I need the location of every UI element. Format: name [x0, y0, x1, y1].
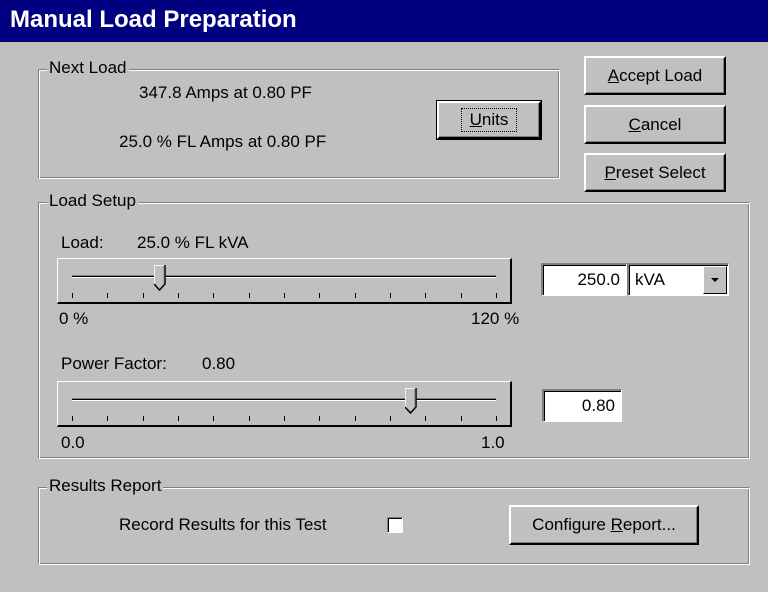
slider-tick [142, 293, 144, 298]
next-load-group: Next Load 347.8 Amps at 0.80 PF 25.0 % F… [38, 58, 560, 179]
load-value-field-text: 250.0 [577, 270, 620, 289]
slider-tick [354, 293, 356, 298]
units-button[interactable]: Units [436, 100, 542, 140]
slider-tick [178, 416, 179, 421]
load-setup-legend: Load Setup [47, 191, 138, 211]
power-factor-value-text: 0.80 [202, 354, 236, 373]
accept-load-button[interactable]: Accept Load [584, 56, 726, 95]
slider-tick [248, 416, 250, 421]
load-value-field[interactable]: 250.0 [541, 263, 627, 296]
dropdown-button[interactable] [703, 266, 727, 294]
slider-tick [72, 293, 73, 298]
slider-tick [284, 416, 285, 421]
record-results-checkbox[interactable] [387, 517, 403, 533]
units-button-label: Units [460, 108, 518, 132]
load-value-text: 25.0 % FL kVA [137, 233, 249, 252]
slider-tick [496, 293, 497, 298]
slider-tick [213, 416, 215, 421]
accept-load-label: Accept Load [607, 65, 703, 85]
next-load-fl-amps: 25.0 % FL Amps at 0.80 PF [119, 132, 327, 151]
slider-tick [213, 293, 215, 298]
slider-tick [460, 416, 462, 421]
slider-tick [319, 293, 321, 298]
slider-tick [284, 293, 285, 298]
slider-thumb-icon[interactable] [405, 388, 417, 414]
slider-tick [425, 416, 427, 421]
load-slider[interactable] [57, 258, 512, 304]
load-unit-selected: kVA [635, 270, 665, 289]
power-factor-field-text: 0.80 [581, 396, 615, 415]
load-max-label: 120 % [471, 309, 520, 328]
slider-tick [72, 416, 73, 421]
load-label: Load: [61, 233, 104, 252]
slider-tick [425, 293, 427, 298]
results-report-legend: Results Report [47, 476, 164, 496]
cancel-button[interactable]: Cancel [584, 105, 726, 144]
load-setup-group: Load Setup Load: 25.0 % FL kVA 0 % 120 %… [38, 191, 750, 459]
power-factor-slider-track [72, 398, 496, 401]
next-load-amps: 347.8 Amps at 0.80 PF [139, 83, 312, 102]
power-factor-slider[interactable] [57, 381, 512, 427]
power-factor-max-label: 1.0 [481, 433, 505, 452]
configure-report-label: Configure Report... [532, 515, 676, 534]
next-load-legend: Next Load [47, 58, 129, 78]
load-unit-select[interactable]: kVA [627, 263, 729, 296]
slider-tick [460, 293, 462, 298]
power-factor-label: Power Factor: [61, 354, 167, 373]
slider-thumb-icon[interactable] [154, 265, 167, 291]
load-slider-track [72, 275, 496, 278]
slider-tick [178, 293, 179, 298]
cancel-label: Cancel [628, 114, 682, 134]
slider-tick [354, 416, 356, 421]
power-factor-min-label: 0.0 [61, 433, 85, 452]
slider-tick [319, 416, 321, 421]
load-min-label: 0 % [59, 309, 89, 328]
power-factor-value-field[interactable]: 0.80 [542, 389, 622, 422]
slider-tick [107, 293, 109, 298]
slider-tick [248, 293, 250, 298]
configure-report-button[interactable]: Configure Report... [509, 505, 699, 545]
record-results-label: Record Results for this Test [119, 515, 327, 534]
slider-tick [390, 293, 391, 298]
slider-tick [390, 416, 391, 421]
results-report-group: Results Report Record Results for this T… [38, 476, 750, 565]
slider-tick [107, 416, 109, 421]
slider-tick [142, 416, 144, 421]
title-bar: Manual Load Preparation [0, 0, 768, 42]
preset-select-button[interactable]: Preset Select [584, 153, 726, 192]
chevron-down-icon [711, 278, 719, 282]
preset-select-label: Preset Select [604, 162, 706, 182]
window-title: Manual Load Preparation [10, 6, 297, 33]
slider-tick [496, 416, 497, 421]
